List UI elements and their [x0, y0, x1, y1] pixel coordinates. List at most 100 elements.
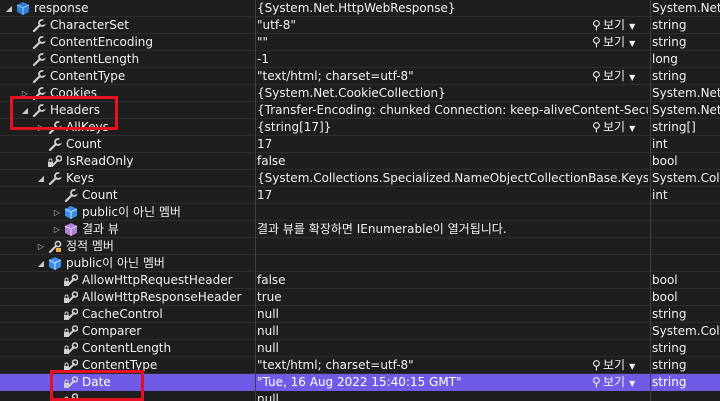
visualizer-button[interactable]: ⚲ 보기 ▼ — [592, 119, 635, 136]
dropdown-arrow-icon[interactable]: ▼ — [629, 124, 635, 133]
watch-row[interactable]: ▷ 결과 뷰 결과 뷰를 확장하면 IEnumerable이 열거됩니다. — [0, 221, 720, 238]
dropdown-arrow-icon[interactable]: ▼ — [629, 22, 635, 31]
name-cell: ▷ public이 아닌 멤버 — [0, 204, 255, 221]
visualizer-button[interactable]: ⚲ 보기 ▼ — [592, 357, 635, 374]
collapse-arrow-icon[interactable]: ◢ — [4, 0, 14, 17]
watch-row[interactable]: CacheControl null string — [0, 306, 720, 323]
value-cell[interactable]: {string[17]} — [257, 119, 648, 136]
wrench-icon — [32, 53, 48, 67]
static-members-icon — [48, 240, 62, 253]
wrench-icon — [48, 138, 64, 152]
wrench-icon — [32, 36, 48, 50]
wrench-icon — [64, 189, 80, 203]
watch-row[interactable]: ▷ AllKeys {string[17]} ⚲ 보기 ▼ string[] — [0, 119, 720, 136]
watch-row[interactable]: ▷ public이 아닌 멤버 — [0, 204, 720, 221]
watch-row[interactable]: ContentType "text/html; charset=utf-8" ⚲ 보기… — [0, 68, 720, 85]
value-cell[interactable]: 결과 뷰를 확장하면 IEnumerable이 열거됩니다. — [257, 221, 648, 238]
wrench-lock-icon — [64, 376, 79, 389]
variable-name: ContentType — [50, 69, 126, 83]
magnifier-icon: ⚲ — [592, 35, 601, 49]
type-cell: string[] — [652, 120, 696, 134]
dropdown-arrow-icon[interactable]: ▼ — [629, 379, 635, 388]
visualizer-button[interactable]: ⚲ 보기 ▼ — [592, 17, 635, 34]
type-cell: string — [652, 341, 687, 355]
type-cell: string — [652, 69, 687, 83]
value-cell[interactable]: "text/html; charset=utf-8" — [257, 68, 648, 85]
watch-row[interactable]: AllowHttpRequestHeader false bool — [0, 272, 720, 289]
column-separator-value-type[interactable] — [650, 0, 651, 401]
watch-row[interactable]: Count 17 int — [0, 136, 720, 153]
cube-purple-icon — [64, 223, 78, 236]
visualizer-button[interactable]: ⚲ 보기 ▼ — [592, 34, 635, 51]
value-cell[interactable]: "utf-8" — [257, 17, 648, 34]
visualizer-button[interactable]: ⚲ 보기 ▼ — [592, 68, 635, 85]
watch-row[interactable]: IsReadOnly false bool — [0, 153, 720, 170]
watch-row[interactable]: ▷ 정적 멤버 — [0, 238, 720, 255]
watch-row[interactable]: null — [0, 391, 720, 401]
variable-name: Count — [66, 137, 102, 151]
expand-arrow-icon[interactable]: ▷ — [20, 85, 30, 102]
value-cell[interactable]: null — [257, 340, 648, 357]
name-cell: ◢ public이 아닌 멤버 — [0, 255, 255, 272]
watch-row[interactable]: ▷ Cookies {System.Net.CookieCollection} Sys… — [0, 85, 720, 102]
type-cell — [652, 255, 720, 272]
watch-row[interactable]: ContentLength -1 long — [0, 51, 720, 68]
value-cell[interactable]: "" — [257, 34, 648, 51]
wrench-lock-icon — [64, 308, 79, 321]
value-cell[interactable]: null — [257, 323, 648, 340]
value-cell[interactable] — [257, 204, 648, 221]
expand-arrow-icon[interactable]: ▷ — [52, 221, 62, 238]
column-separator-name-value[interactable] — [255, 0, 256, 401]
watch-row[interactable]: Count 17 int — [0, 187, 720, 204]
name-cell: IsReadOnly — [0, 153, 255, 170]
watch-row[interactable]: Date "Tue, 16 Aug 2022 15:40:15 GMT" ⚲ 보기 ▼ s… — [0, 374, 720, 391]
value-cell[interactable] — [257, 255, 648, 272]
value-cell[interactable]: {Transfer-Encoding: chunked Connection: … — [257, 102, 648, 119]
expand-arrow-icon[interactable]: ▷ — [52, 204, 62, 221]
type-cell: string — [652, 375, 687, 389]
collapse-arrow-icon[interactable]: ◢ — [36, 255, 46, 272]
value-cell[interactable]: true — [257, 289, 648, 306]
magnifier-icon: ⚲ — [592, 69, 601, 83]
expand-arrow-icon[interactable]: ▷ — [36, 119, 46, 136]
value-cell[interactable]: {System.Net.CookieCollection} — [257, 85, 648, 102]
watch-row[interactable]: ◢ response {System.Net.HttpWebResponse} Sys… — [0, 0, 720, 17]
watch-row[interactable]: ◢ Headers {Transfer-Encoding: chunked Conn… — [0, 102, 720, 119]
wrench-lock-icon — [64, 359, 79, 372]
type-cell: string — [652, 358, 687, 372]
value-cell[interactable]: {System.Net.HttpWebResponse} — [257, 0, 648, 17]
visualizer-button[interactable]: ⚲ 보기 ▼ — [592, 374, 635, 391]
watch-row[interactable]: ContentType "text/html; charset=utf-8" ⚲ 보기… — [0, 357, 720, 374]
value-cell[interactable]: -1 — [257, 51, 648, 68]
value-cell[interactable]: null — [257, 391, 648, 401]
watch-row[interactable]: Comparer null System.Colle — [0, 323, 720, 340]
variable-name: AllowHttpResponseHeader — [82, 290, 242, 304]
name-cell: Count — [0, 187, 255, 204]
value-cell[interactable]: "Tue, 16 Aug 2022 15:40:15 GMT" — [257, 374, 648, 391]
collapse-arrow-icon[interactable]: ◢ — [20, 102, 30, 119]
dropdown-arrow-icon[interactable]: ▼ — [629, 39, 635, 48]
dropdown-arrow-icon[interactable]: ▼ — [629, 73, 635, 82]
expand-arrow-icon[interactable]: ▷ — [36, 238, 46, 255]
variable-name: Cookies — [50, 86, 97, 100]
value-cell[interactable] — [257, 238, 648, 255]
value-cell[interactable]: null — [257, 306, 648, 323]
watch-row[interactable]: ContentEncoding "" ⚲ 보기 ▼ string — [0, 34, 720, 51]
type-cell: System.Net.W — [652, 1, 720, 15]
value-cell[interactable]: 17 — [257, 136, 648, 153]
watch-row[interactable]: CharacterSet "utf-8" ⚲ 보기 ▼ string — [0, 17, 720, 34]
value-cell[interactable]: "text/html; charset=utf-8" — [257, 357, 648, 374]
value-cell[interactable]: {System.Collections.Specialized.NameObje… — [257, 170, 648, 187]
watch-row[interactable]: ◢ public이 아닌 멤버 — [0, 255, 720, 272]
watch-row[interactable]: ContentLength null string — [0, 340, 720, 357]
watch-row[interactable]: AllowHttpResponseHeader true bool — [0, 289, 720, 306]
collapse-arrow-icon[interactable]: ◢ — [36, 170, 46, 187]
dropdown-arrow-icon[interactable]: ▼ — [629, 362, 635, 371]
type-cell: bool — [652, 154, 678, 168]
watch-row[interactable]: ◢ Keys {System.Collections.Specialized.Nam… — [0, 170, 720, 187]
variable-name: public이 아닌 멤버 — [82, 205, 181, 219]
value-cell[interactable]: false — [257, 272, 648, 289]
value-cell[interactable]: false — [257, 153, 648, 170]
value-cell[interactable]: 17 — [257, 187, 648, 204]
visualizer-label: 보기 — [603, 18, 626, 32]
